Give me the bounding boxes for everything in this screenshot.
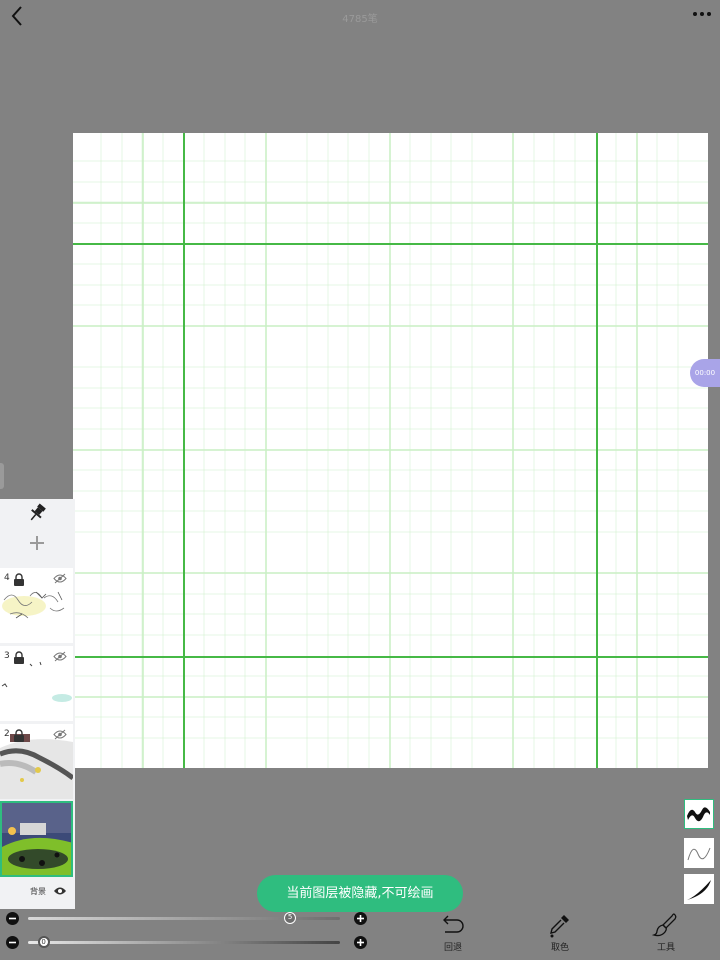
opacity-slider-knob[interactable]: 0 — [37, 936, 50, 948]
eye-hidden-icon[interactable] — [53, 573, 67, 584]
undo-label: 回退 — [443, 943, 462, 953]
ink-brush-icon — [687, 807, 710, 822]
brush-pencil-button[interactable] — [684, 838, 714, 868]
layer-number: 4 — [4, 573, 10, 583]
layer-item-active[interactable] — [0, 801, 73, 877]
size-slider[interactable]: 5 — [6, 912, 368, 926]
layer-item[interactable]: 4 — [0, 568, 73, 643]
opacity-slider[interactable]: 0 — [6, 936, 368, 950]
eye-hidden-icon[interactable] — [53, 651, 67, 662]
side-panel-handle[interactable] — [0, 463, 4, 489]
eye-icon[interactable] — [53, 886, 67, 896]
eyedropper-icon — [550, 915, 569, 938]
undo-button[interactable]: 回退 — [429, 912, 477, 958]
add-layer-icon[interactable] — [26, 532, 48, 554]
canvas-grid — [73, 133, 708, 768]
tools-label: 工具 — [656, 943, 675, 953]
tools-button[interactable]: 工具 — [642, 912, 690, 958]
more-options-icon[interactable] — [692, 8, 712, 20]
plus-icon[interactable] — [354, 912, 367, 925]
layer-item[interactable]: 3 — [0, 646, 73, 721]
opacity-slider-track[interactable] — [28, 941, 340, 944]
calligraphy-brush-icon — [687, 880, 711, 900]
page-title: 4785笔 — [342, 14, 378, 25]
drawing-canvas[interactable] — [73, 133, 708, 768]
lock-icon[interactable] — [13, 729, 25, 742]
timer-badge[interactable]: 00:00 — [690, 359, 720, 387]
background-layer-label: 背景 — [30, 887, 46, 896]
layer-item[interactable]: 2 — [0, 724, 73, 799]
toast-message: 当前图层被隐藏,不可绘画 — [257, 875, 463, 912]
layer-number: 3 — [4, 651, 10, 661]
eyedropper-label: 取色 — [550, 943, 569, 953]
eyedropper-button[interactable]: 取色 — [536, 912, 584, 958]
pencil-brush-icon — [687, 847, 711, 861]
eye-hidden-icon[interactable] — [53, 729, 67, 740]
plus-icon[interactable] — [354, 936, 367, 949]
size-slider-knob[interactable]: 5 — [284, 912, 297, 924]
layer-number: 2 — [4, 729, 10, 739]
layer-panel: 4 3 2 背景 — [0, 499, 75, 909]
brush-calligraphy-button[interactable] — [684, 874, 714, 904]
pin-icon[interactable] — [26, 502, 48, 524]
brush-icon — [652, 913, 677, 937]
minus-icon[interactable] — [6, 912, 19, 925]
undo-icon — [443, 915, 464, 933]
brush-ink-button[interactable] — [684, 799, 714, 829]
layer-thumbnail — [2, 803, 71, 875]
lock-icon[interactable] — [13, 651, 25, 664]
lock-icon[interactable] — [13, 573, 25, 586]
minus-icon[interactable] — [6, 936, 19, 949]
